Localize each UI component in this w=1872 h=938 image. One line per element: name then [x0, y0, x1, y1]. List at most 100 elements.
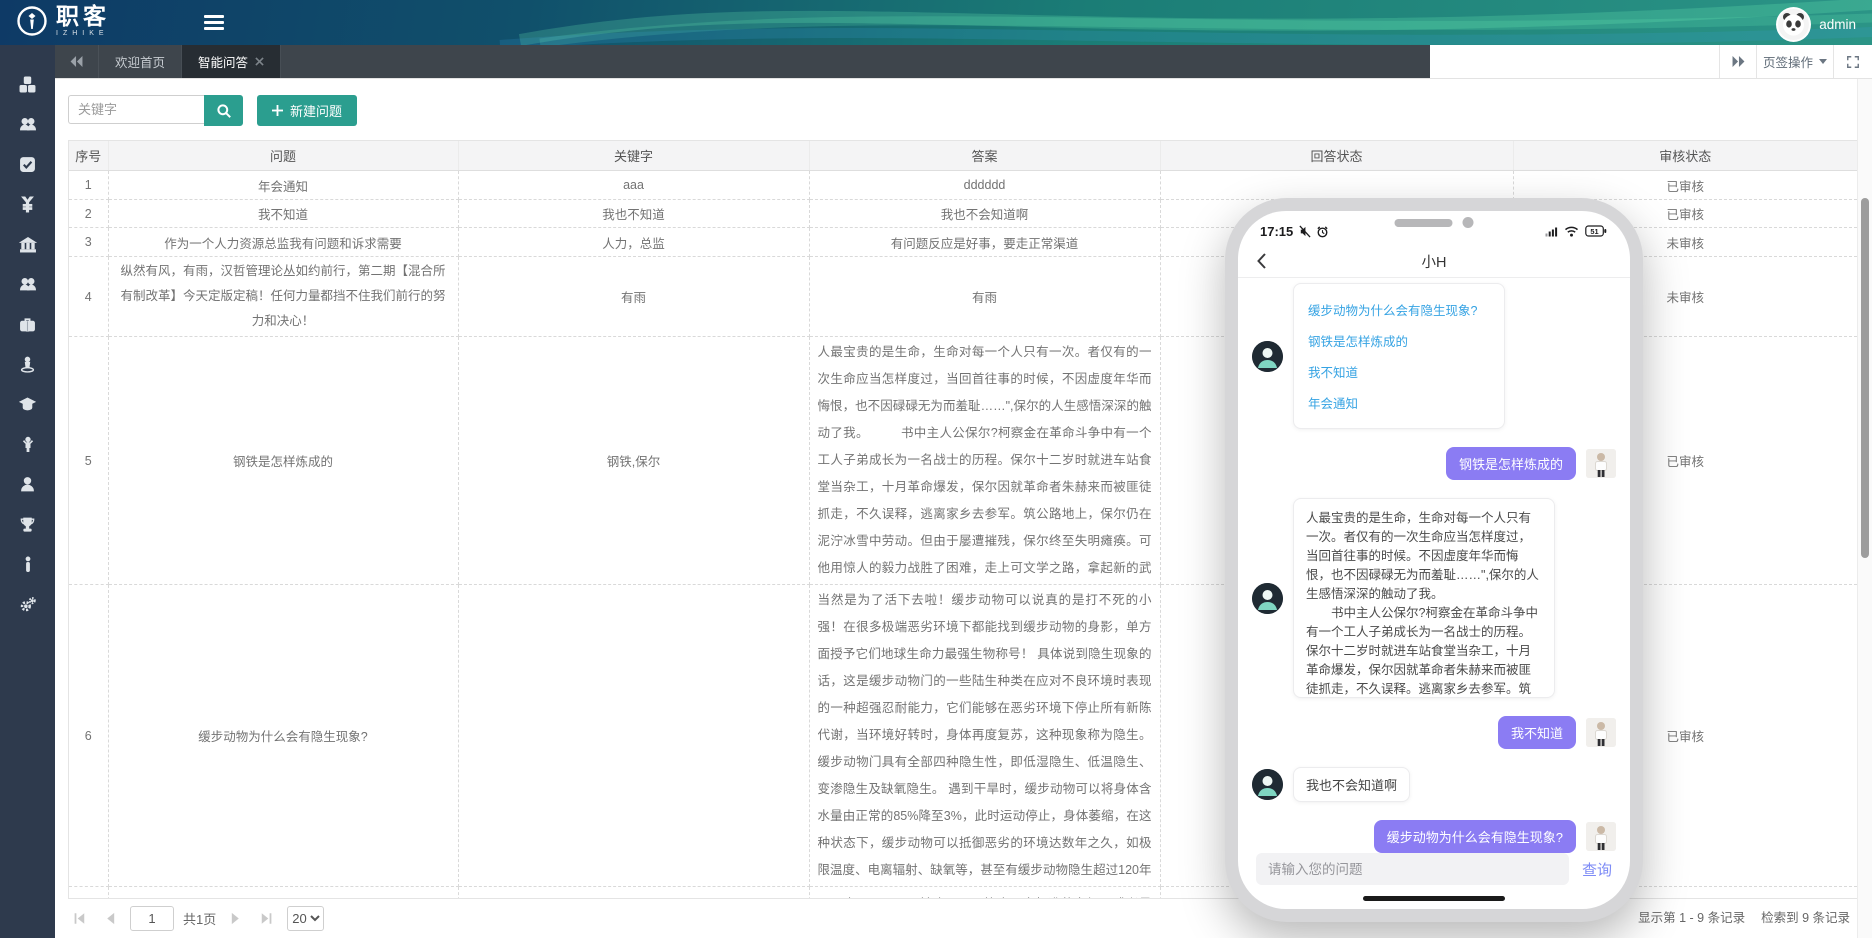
query-button[interactable]: 查询: [1582, 859, 1612, 880]
close-icon[interactable]: [255, 57, 264, 66]
scrollbar-thumb[interactable]: [1861, 198, 1869, 558]
users-icon: [19, 116, 37, 133]
cell-keyword: 有雨: [458, 257, 809, 337]
table-row[interactable]: 1 年会通知 aaa dddddd 已审核: [69, 171, 1857, 200]
street-view-icon: [19, 356, 36, 373]
cell-seq: 5: [69, 337, 108, 585]
user-message: 缓步动物为什么会有隐生现象?: [1252, 820, 1616, 853]
cell-answer: 2019年4月15日以前购买且不符合国家标准的车辆，或者是没有脚踏骑行功能，只能…: [809, 887, 1160, 900]
sidebar-item-user[interactable]: [0, 464, 55, 504]
page-input[interactable]: [130, 906, 174, 931]
bot-avatar: [1252, 341, 1283, 372]
prev-page-icon: [104, 912, 116, 925]
search-button[interactable]: [204, 95, 243, 126]
tab-scroll-left-button[interactable]: [55, 45, 99, 78]
user-message: 我不知道: [1252, 716, 1616, 749]
panda-icon: [1780, 11, 1807, 38]
user-avatar: [1586, 718, 1616, 747]
admin-label: admin: [1819, 17, 1856, 32]
person-photo-icon: [1586, 449, 1616, 478]
sidebar-item-street-view[interactable]: [0, 344, 55, 384]
tab-label: 智能问答: [198, 52, 248, 71]
app: 职客 IZHIKE admin: [0, 0, 1872, 938]
cell-answer: 有问题反应是好事，要走正常渠道: [809, 228, 1160, 257]
sidebar-item-info[interactable]: [0, 544, 55, 584]
user-menu[interactable]: admin: [1776, 7, 1856, 42]
last-page-button[interactable]: [256, 908, 278, 930]
person-photo-icon: [1586, 822, 1616, 851]
bot-bubble: 我也不会知道啊: [1293, 767, 1410, 802]
user-bubble: 钢铁是怎样炼成的: [1446, 447, 1576, 480]
next-page-button[interactable]: [225, 908, 247, 930]
home-indicator[interactable]: [1363, 896, 1505, 901]
cell-question: 纵然有风，有雨，汉哲管理论丛如约前行，第二期【混合所有制改革】今天定版定稿！任何…: [108, 257, 458, 337]
sidebar-item-child[interactable]: [0, 424, 55, 464]
cell-seq: 2: [69, 200, 108, 228]
sidebar-item-bank[interactable]: [0, 224, 55, 264]
search-input[interactable]: [68, 95, 204, 124]
sidebar-item-check[interactable]: [0, 144, 55, 184]
suggestion-link[interactable]: 钢铁是怎样炼成的: [1306, 325, 1492, 356]
back-button[interactable]: [1256, 252, 1267, 270]
battery-icon: 51: [1584, 225, 1608, 237]
logo-subtext: IZHIKE: [56, 30, 110, 37]
last-page-icon: [260, 912, 274, 925]
bot-bubble: 人最宝贵的是生命，生命对每一个人只有一次。者仅有的一次生命应当怎样度过，当回首往…: [1293, 498, 1555, 698]
cubes-icon: [19, 76, 36, 93]
prev-page-button[interactable]: [99, 908, 121, 930]
tab-welcome[interactable]: 欢迎首页: [99, 45, 182, 78]
suggestion-link[interactable]: 年会通知: [1306, 387, 1492, 418]
cell-seq: [69, 887, 108, 900]
cell-seq: 1: [69, 171, 108, 200]
page-count-label: 共1页: [183, 909, 216, 928]
sidebar-item-team[interactable]: [0, 264, 55, 304]
person-photo-icon: [1586, 718, 1616, 747]
new-question-button[interactable]: 新建问题: [257, 95, 357, 126]
sidebar-item-finance[interactable]: [0, 184, 55, 224]
sidebar-item-trophy[interactable]: [0, 504, 55, 544]
sidebar: [0, 45, 55, 938]
cell-answer: 有雨: [809, 257, 1160, 337]
bot-message: 我也不会知道啊: [1252, 767, 1616, 802]
cell-review-status: 已审核: [1513, 171, 1857, 200]
cell-question: 作为一个人力资源总监我有问题和诉求需要: [108, 228, 458, 257]
col-keyword: 关键字: [458, 141, 809, 171]
first-page-button[interactable]: [68, 908, 90, 930]
tab-actions-button[interactable]: 页签操作: [1756, 45, 1833, 78]
cell-keyword: aaa: [458, 171, 809, 200]
suggestion-link[interactable]: 我不知道: [1306, 356, 1492, 387]
table-header-row: 序号 问题 关键字 答案 回答状态 审核状态: [69, 141, 1857, 171]
user-message: 钢铁是怎样炼成的: [1252, 447, 1616, 480]
user-bubble: 缓步动物为什么会有隐生现象?: [1374, 820, 1576, 853]
cell-keyword: 我也不知道: [458, 200, 809, 228]
col-review-status: 审核状态: [1513, 141, 1857, 171]
robot-user-icon: [1252, 341, 1283, 372]
sidebar-item-graduation[interactable]: [0, 384, 55, 424]
magnifier-icon: [216, 103, 232, 119]
briefcase-icon: [19, 316, 36, 333]
fullscreen-button[interactable]: [1833, 45, 1872, 78]
col-seq: 序号: [69, 141, 108, 171]
sidebar-item-cubes[interactable]: [0, 64, 55, 104]
chat-area: 缓步动物为什么会有隐生现象? 钢铁是怎样炼成的 我不知道 年会通知 钢铁是怎样炼…: [1238, 278, 1630, 856]
suggestion-link[interactable]: 缓步动物为什么会有隐生现象?: [1306, 294, 1492, 325]
page-size-select[interactable]: 20: [287, 906, 324, 931]
cell-answer: 我也不会知道啊: [809, 200, 1160, 228]
double-left-arrow-icon: [70, 56, 83, 67]
question-input[interactable]: [1256, 853, 1569, 885]
cell-answer: 人最宝贵的是生命，生命对每一个人只有一次。者仅有的一次生命应当怎样度过，当回首往…: [809, 337, 1160, 585]
cell-answer-status: [1160, 171, 1513, 200]
tab-qa[interactable]: 智能问答: [182, 45, 281, 78]
menu-toggle-button[interactable]: [204, 15, 224, 33]
sidebar-item-briefcase[interactable]: [0, 304, 55, 344]
chat-title: 小H: [1422, 251, 1447, 272]
cell-keyword: [458, 585, 809, 887]
info-icon: [23, 556, 33, 573]
phone-preview: 17:15 51 小H: [1225, 198, 1643, 922]
scrollbar[interactable]: [1857, 78, 1872, 938]
cell-question: 我不知道: [108, 200, 458, 228]
sidebar-item-users[interactable]: [0, 104, 55, 144]
sidebar-item-settings[interactable]: [0, 584, 55, 624]
phone-navbar: 小H: [1238, 245, 1630, 278]
tab-scroll-right-button[interactable]: [1719, 45, 1756, 78]
